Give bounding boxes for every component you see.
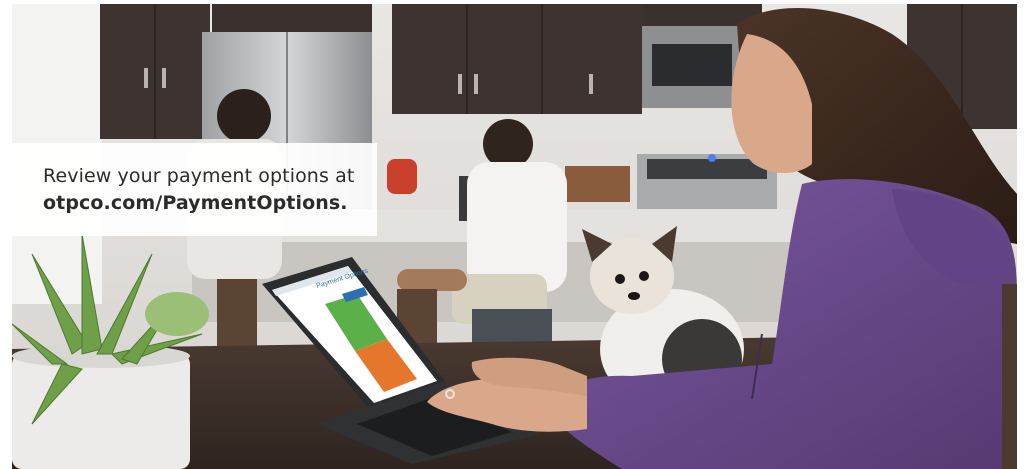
basket — [565, 166, 630, 202]
cabinet-handle — [144, 68, 148, 88]
cabinet-handle — [589, 74, 593, 94]
puppy-eye — [615, 274, 625, 284]
banner-url: otpco.com/PaymentOptions. — [43, 192, 348, 214]
cabinet-handle — [458, 74, 462, 94]
photo-frame: Payment Options Review your payment opti… — [12, 4, 1017, 469]
payment-options-banner: Review your payment options at otpco.com… — [12, 143, 377, 236]
boy-head — [217, 89, 271, 143]
right-edge-shadow — [1002, 284, 1017, 469]
stove-panel — [647, 159, 767, 179]
succulent-round-leaf — [145, 292, 209, 336]
red-kettle — [387, 159, 417, 194]
puppy-nose — [628, 292, 640, 300]
puppy-eye — [639, 271, 649, 281]
stove-indicator-light — [708, 154, 716, 162]
cabinet-above-fridge — [212, 4, 372, 32]
kitchen-photo: Payment Options — [12, 4, 1017, 469]
upper-cabinets-center — [392, 4, 642, 114]
girl-leg — [397, 269, 467, 291]
cabinet-handle — [474, 74, 478, 94]
girl-head — [483, 119, 533, 169]
microwave-window — [652, 44, 732, 86]
girl-shirt — [467, 162, 567, 292]
cabinet-handle — [162, 68, 166, 88]
banner-message: Review your payment options at — [43, 165, 355, 187]
